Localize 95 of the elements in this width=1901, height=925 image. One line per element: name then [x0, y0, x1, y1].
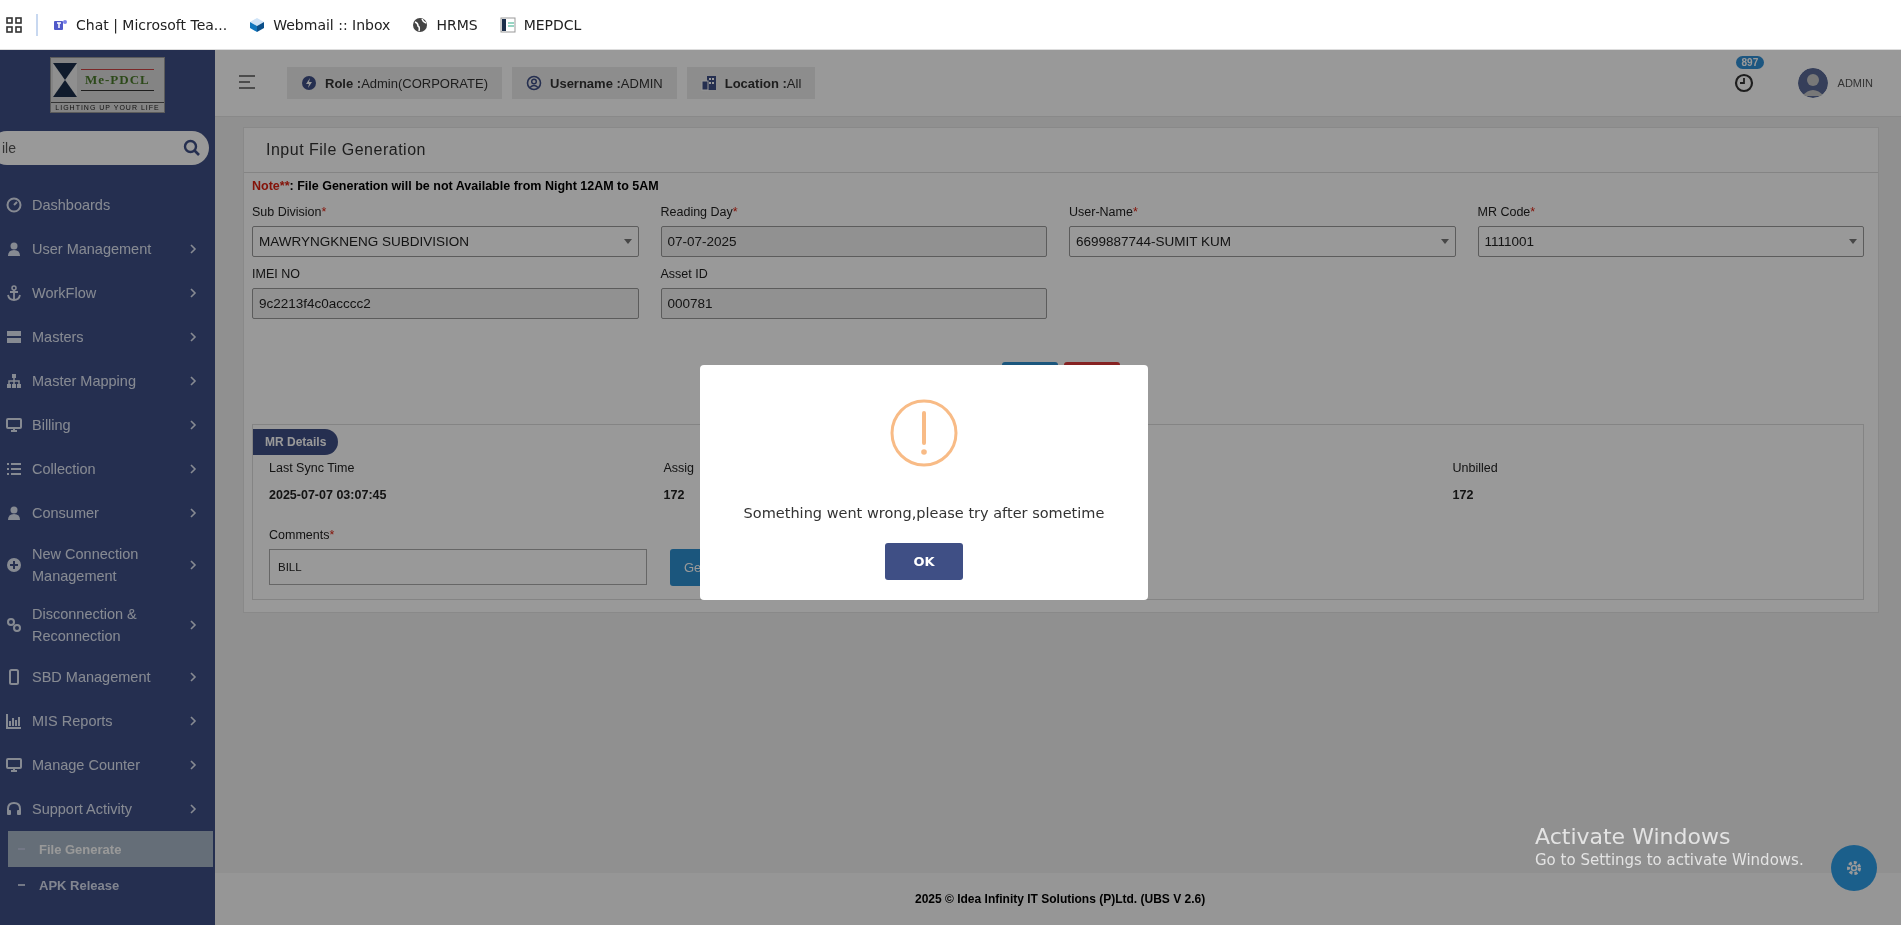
field-label: Asset ID [660, 267, 709, 281]
activation-title: Activate Windows [1535, 824, 1732, 849]
bookmark-link[interactable]: Chat | Microsoft Tea... [76, 16, 228, 33]
logo-icon [499, 16, 516, 33]
bookmark-link[interactable]: HRMS [436, 16, 478, 33]
input-field[interactable]: 000781 [660, 288, 1047, 319]
caret-down-icon [623, 239, 632, 244]
chevron-right-icon [190, 672, 197, 682]
select-field[interactable]: 6699887744-SUMIT KUM [1069, 226, 1456, 257]
link-icon [6, 617, 22, 633]
user-icon [6, 241, 22, 257]
dialog-message: Something went wrong,please try after sometime [743, 505, 1105, 521]
cube-icon [249, 16, 266, 33]
bar-chart-icon [6, 713, 22, 729]
chevron-right-icon [190, 288, 197, 298]
notification-badge: 897 [1735, 56, 1765, 69]
search-icon[interactable] [183, 139, 201, 157]
chevron-right-icon [190, 244, 197, 254]
field-label: IMEI NO [252, 267, 301, 281]
warning-icon [890, 399, 958, 467]
logo-mark-icon [53, 63, 77, 97]
phone-icon [6, 669, 22, 685]
sidebar-item[interactable]: Masters [0, 315, 215, 359]
field-label: Reading Day* [660, 205, 739, 219]
sitemap-icon [6, 373, 22, 389]
field-label: Sub Division* [252, 205, 328, 219]
input-field[interactable]: 07-07-2025 [660, 226, 1047, 257]
globe-icon [412, 16, 429, 33]
user-circle-icon [526, 75, 542, 91]
activation-text: Go to Settings to activate Windows. [1535, 851, 1804, 869]
sidebar-item[interactable]: Disconnection & Reconnection [0, 595, 215, 655]
chevron-right-icon [190, 508, 197, 518]
caret-down-icon [1849, 239, 1857, 244]
gauge-icon [6, 197, 22, 213]
plus-circle-icon [6, 557, 22, 573]
chevron-right-icon [190, 464, 197, 474]
info-text: Role :Admin(CORPORATE) [325, 75, 488, 91]
headset-icon [6, 801, 22, 817]
clock-icon[interactable] [1733, 73, 1754, 93]
caret-down-icon [1440, 239, 1449, 244]
sidebar-subitem[interactable]: APK Release [8, 867, 213, 903]
chevron-right-icon [190, 420, 197, 430]
logo-text: Me-PDCL [81, 69, 154, 91]
footer-text: 2025 © Idea Infinity IT Solutions (P)Ltd. (UBS V 2.6) [215, 873, 1901, 925]
chevron-right-icon [190, 620, 197, 630]
comments-field[interactable]: BILL [269, 549, 647, 585]
sidebar-item[interactable]: New Connection Management [0, 535, 215, 595]
note-text: Note**: File Generation will be not Available from Night 12AM to 5AM [252, 179, 660, 193]
field-label: MR Code* [1477, 205, 1537, 219]
input-field[interactable]: 9c2213f4c0acccc2 [252, 288, 639, 319]
monitor-icon [6, 757, 22, 773]
ok-button[interactable]: OK [885, 543, 963, 580]
stat-label: Assig [663, 461, 695, 475]
sidebar-item[interactable]: Manage Counter [0, 743, 215, 787]
monitor-icon [6, 417, 22, 433]
bookmark-link[interactable]: MEPDCL [523, 16, 582, 33]
search-field[interactable]: ile [0, 131, 209, 165]
stat-label: Last Sync Time [269, 461, 355, 475]
select-field[interactable]: 1111001 [1477, 226, 1864, 257]
sidebar-item[interactable]: Billing [0, 403, 215, 447]
stat-label: Unbilled [1452, 461, 1498, 475]
select-field[interactable]: MAWRYNGKNENG SUBDIVISION [252, 226, 639, 257]
chevron-right-icon [190, 716, 197, 726]
stat-value: 2025-07-07 03:07:45 [269, 488, 387, 502]
anchor-icon [6, 285, 22, 301]
field-label: User-Name* [1069, 205, 1139, 219]
panel-title: Input File Generation [244, 128, 1878, 173]
sidebar-item[interactable]: SBD Management [0, 655, 215, 699]
server-icon [6, 329, 22, 345]
sidebar-item[interactable]: WorkFlow [0, 271, 215, 315]
info-text: Location :All [724, 75, 802, 91]
user-name[interactable]: ADMIN [1837, 77, 1873, 89]
sidebar-item[interactable]: Support Activity [0, 787, 215, 831]
stat-value: 172 [663, 488, 685, 502]
list-icon [6, 461, 22, 477]
avatar-icon[interactable] [1797, 68, 1828, 98]
chevron-right-icon [190, 332, 197, 342]
sidebar-item[interactable]: MIS Reports [0, 699, 215, 743]
user-icon [6, 505, 22, 521]
stat-value: 172 [1452, 488, 1474, 502]
chevron-right-icon [190, 804, 197, 814]
chevron-right-icon [190, 760, 197, 770]
sidebar-item[interactable]: Consumer [0, 491, 215, 535]
info-text: Username :ADMIN [550, 75, 663, 91]
sidebar-item[interactable]: Master Mapping [0, 359, 215, 403]
building-icon [700, 75, 717, 91]
sidebar-item[interactable]: Dashboards [0, 183, 215, 227]
chevron-right-icon [190, 560, 197, 570]
sidebar-item[interactable]: User Management [0, 227, 215, 271]
chevron-right-icon [190, 376, 197, 386]
bolt-icon [301, 75, 317, 91]
sidebar-item[interactable]: Collection [0, 447, 215, 491]
field-label: Comments* [269, 528, 336, 542]
apps-grid-icon[interactable] [6, 16, 22, 33]
bookmark-link[interactable]: Webmail :: Inbox [273, 16, 391, 33]
